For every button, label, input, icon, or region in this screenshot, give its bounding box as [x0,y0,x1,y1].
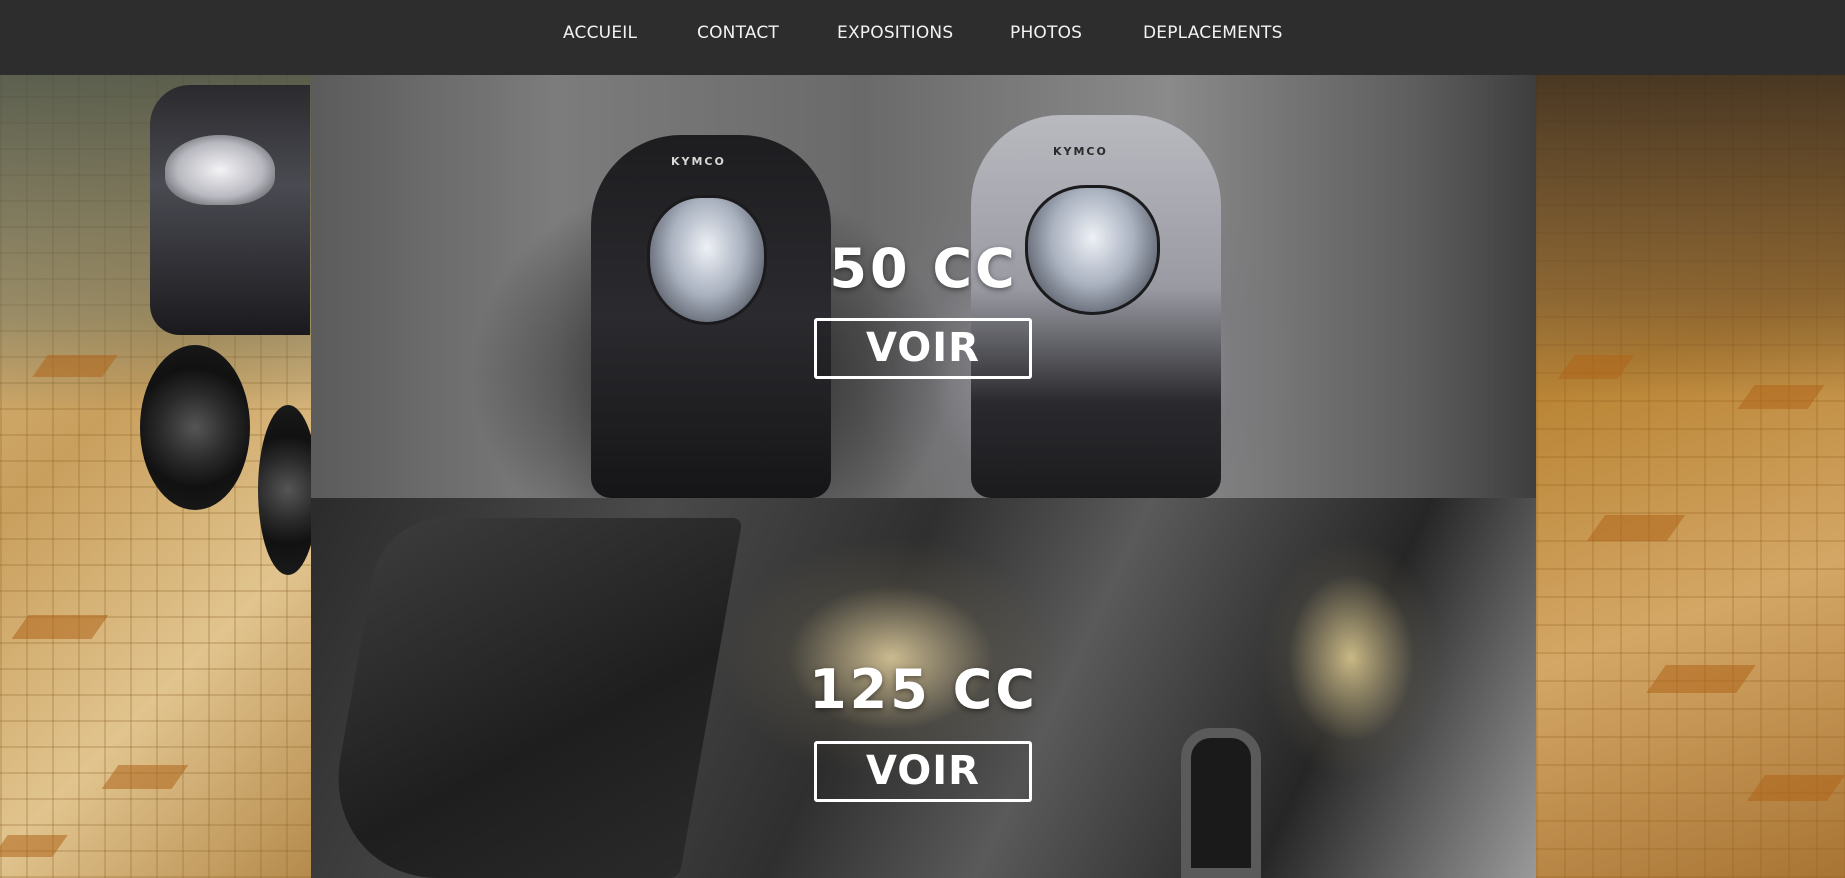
background-left-photo [0,75,318,878]
background-wheel [140,345,250,510]
scooter-air-intake [1181,728,1261,878]
nav-item-deplacements[interactable]: DEPLACEMENTS [1143,20,1283,46]
nav-item-photos[interactable]: PHOTOS [1010,20,1082,46]
panel-125cc-title: 125 CC [809,658,1038,721]
top-navigation-bar: ACCUEIL CONTACT EXPOSITIONS PHOTOS DEPLA… [0,0,1845,75]
nav-item-contact[interactable]: CONTACT [697,20,779,46]
panel-50cc-title: 50 CC [829,237,1018,300]
panel-125cc: 125 CC VOIR [311,498,1536,878]
main-nav: ACCUEIL CONTACT EXPOSITIONS PHOTOS DEPLA… [0,0,1845,66]
voir-50cc-button[interactable]: VOIR [814,318,1032,379]
voir-125cc-button[interactable]: VOIR [814,741,1032,802]
nav-item-accueil[interactable]: ACCUEIL [563,20,637,46]
scooter-brand-logo: KYMCO [671,155,726,168]
background-scooter-headlight [165,135,275,205]
background-right-photo [1536,75,1845,878]
background-scooter [150,85,310,335]
nav-item-expositions[interactable]: EXPOSITIONS [837,20,953,46]
panel-50cc: KYMCO KYMCO 50 CC VOIR [311,75,1536,498]
scooter-brand-logo: KYMCO [1053,145,1108,158]
background-wheel [258,405,318,575]
